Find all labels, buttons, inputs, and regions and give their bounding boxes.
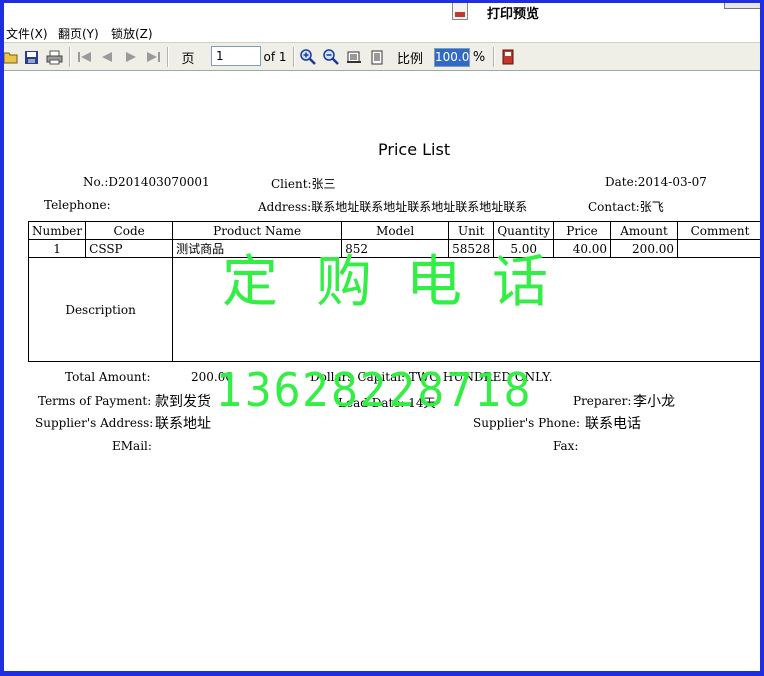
header-comment: Comment — [677, 221, 764, 240]
table-row: 1 CSSP 测试商品 852 58528 5.00 40.00 200.00 — [27, 239, 764, 258]
toolbar-separator — [69, 47, 71, 67]
header-price: Price — [553, 221, 612, 240]
report-title: Price List — [378, 140, 451, 159]
watermark-char: 购 — [316, 250, 372, 315]
header-code: Code — [85, 221, 174, 240]
window-title: 打印预览 — [487, 7, 540, 22]
zoom-value-field[interactable]: 100.0 — [434, 48, 470, 67]
date-field: Date:2014-03-07 — [605, 175, 707, 189]
supplier-address-value: 联系地址 — [155, 416, 211, 432]
window-controls[interactable] — [724, 0, 762, 9]
last-page-icon[interactable] — [144, 48, 162, 66]
preparer-value: 李小龙 — [633, 394, 675, 410]
prev-page-icon[interactable] — [98, 48, 116, 66]
preparer-label: Preparer: — [573, 394, 632, 408]
cell-amount: 200.00 — [610, 239, 679, 258]
telephone-field: Telephone: — [44, 198, 111, 212]
cell-code: CSSP — [85, 239, 174, 258]
address-field: Address:联系地址联系地址联系地址联系地址联系 — [258, 200, 528, 214]
description-row: Description — [27, 257, 764, 362]
order-number: No.:D201403070001 — [83, 175, 210, 189]
save-icon[interactable] — [22, 48, 40, 66]
next-page-icon[interactable] — [122, 48, 140, 66]
zoom-out-icon[interactable] — [322, 48, 340, 66]
watermark-char: 话 — [492, 250, 548, 315]
header-quantity: Quantity — [493, 221, 555, 240]
terms-of-payment-label: Terms of Payment: — [38, 394, 152, 408]
percent-label: % — [472, 49, 486, 65]
client-field: Client:张三 — [271, 177, 336, 191]
toolbar-separator — [293, 47, 295, 67]
page-count: of 1 — [263, 50, 287, 64]
header-model: Model — [341, 221, 450, 240]
supplier-phone-value: 联系电话 — [585, 416, 641, 432]
header-product-name: Product Name — [172, 221, 343, 240]
menu-zoom[interactable]: 锁放(Z) — [111, 25, 153, 42]
cell-comment — [677, 239, 764, 258]
contact-field: Contact:张飞 — [588, 198, 664, 215]
cell-number: 1 — [27, 239, 87, 258]
items-table: Number Code Product Name Model Unit Quan… — [27, 221, 764, 362]
page-label: 页 — [181, 51, 195, 67]
header-amount: Amount — [610, 221, 679, 240]
cell-price: 40.00 — [553, 239, 612, 258]
document-icon[interactable] — [368, 48, 386, 66]
watermark-phone: 13628228718 — [216, 363, 533, 417]
page-setup-icon[interactable] — [345, 48, 363, 66]
supplier-address-label: Supplier's Address: — [35, 416, 154, 430]
menu-bar: 文件(X) 翻页(Y) 锁放(Z) — [4, 22, 760, 42]
terms-of-payment-value: 款到发货 — [155, 394, 211, 410]
title-bar: 打印预览 — [0, 0, 764, 22]
zoom-in-icon[interactable] — [299, 48, 317, 66]
header-number: Number — [27, 221, 87, 240]
open-icon[interactable] — [2, 48, 20, 66]
menu-page[interactable]: 翻页(Y) — [58, 25, 99, 42]
exit-icon[interactable] — [499, 48, 517, 66]
first-page-icon[interactable] — [76, 48, 94, 66]
fax-label: Fax: — [553, 439, 579, 453]
total-amount-label: Total Amount: — [65, 370, 151, 384]
toolbar: 页 of 1 比例 100.0 % — [2, 42, 760, 72]
toolbar-separator — [493, 47, 495, 67]
table-header-row: Number Code Product Name Model Unit Quan… — [27, 221, 764, 240]
page-number-input[interactable] — [211, 46, 261, 66]
zoom-ratio-label: 比例 — [396, 51, 423, 67]
print-icon[interactable] — [45, 48, 63, 66]
print-preview-icon — [452, 2, 468, 20]
watermark-char: 定 — [222, 250, 278, 315]
watermark-char: 电 — [406, 250, 462, 315]
header-unit: Unit — [448, 221, 495, 240]
email-label: EMail: — [112, 439, 152, 453]
menu-file[interactable]: 文件(X) — [6, 25, 48, 42]
description-label: Description — [27, 257, 174, 362]
toolbar-separator — [167, 47, 169, 67]
